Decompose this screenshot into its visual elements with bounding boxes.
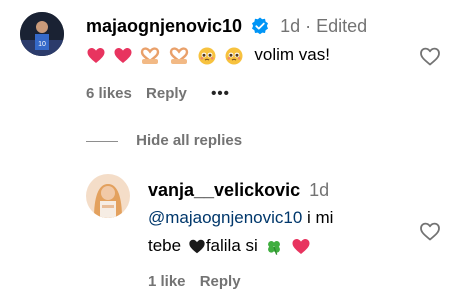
heart-emoji <box>114 47 132 63</box>
four-leaf-clover-emoji <box>267 240 280 255</box>
comment-time[interactable]: 1d <box>280 16 300 36</box>
comment-username[interactable]: majaognjenovic10 <box>86 16 242 36</box>
reply-actions: 1 like Reply <box>148 273 241 290</box>
like-heart-icon[interactable] <box>418 219 442 248</box>
heart-emoji <box>292 238 310 254</box>
avatar-majaognjenovic10[interactable]: 10 <box>20 12 64 56</box>
reply-reply-button[interactable]: Reply <box>200 273 241 290</box>
reply-username[interactable]: vanja__velickovic <box>148 180 300 200</box>
reply-body: @majaognjenovic10 i mi tebe falila si <box>148 206 333 258</box>
heart-emoji <box>87 47 105 63</box>
mention-link[interactable]: @majaognjenovic10 <box>148 208 302 227</box>
reply-text-2: tebe <box>148 236 182 255</box>
more-options-button[interactable]: ••• <box>211 85 230 102</box>
separator: · <box>305 16 312 36</box>
verified-badge-icon <box>251 17 269 40</box>
reply-text-3: falila si <box>205 236 258 255</box>
comment-text: volim vas! <box>254 45 330 64</box>
avatar-image: 10 <box>20 12 64 56</box>
hide-replies-row[interactable]: Hide all replies <box>86 132 242 149</box>
likes-count[interactable]: 6 likes <box>86 85 132 102</box>
heart-hands-emoji <box>170 46 189 64</box>
reply-button[interactable]: Reply <box>146 85 187 102</box>
edited-label: Edited <box>316 16 368 36</box>
heart-hands-emoji <box>141 46 160 64</box>
comment-actions: 6 likes Reply ••• <box>86 85 230 102</box>
reply-header: vanja__velickovic 1d <box>148 179 329 201</box>
avatar-image <box>86 174 130 218</box>
svg-text:10: 10 <box>38 41 46 48</box>
pleading-face-emoji <box>198 47 216 65</box>
avatar-vanja-velickovic[interactable] <box>86 174 130 218</box>
pleading-face-emoji <box>225 47 243 65</box>
comment-header: majaognjenovic10 1d · Edited <box>86 15 367 40</box>
comment-body: volim vas! <box>86 42 330 68</box>
reply-time[interactable]: 1d <box>309 180 329 200</box>
black-heart-emoji <box>189 239 205 253</box>
reply-line-1: @majaognjenovic10 i mi <box>148 206 333 230</box>
like-heart-icon[interactable] <box>418 44 442 73</box>
replies-line <box>86 140 118 142</box>
reply-line-2: tebe falila si <box>148 234 333 258</box>
hide-all-replies-button[interactable]: Hide all replies <box>136 132 242 149</box>
reply-likes-count[interactable]: 1 like <box>148 273 186 290</box>
reply-text-1: i mi <box>302 208 334 227</box>
